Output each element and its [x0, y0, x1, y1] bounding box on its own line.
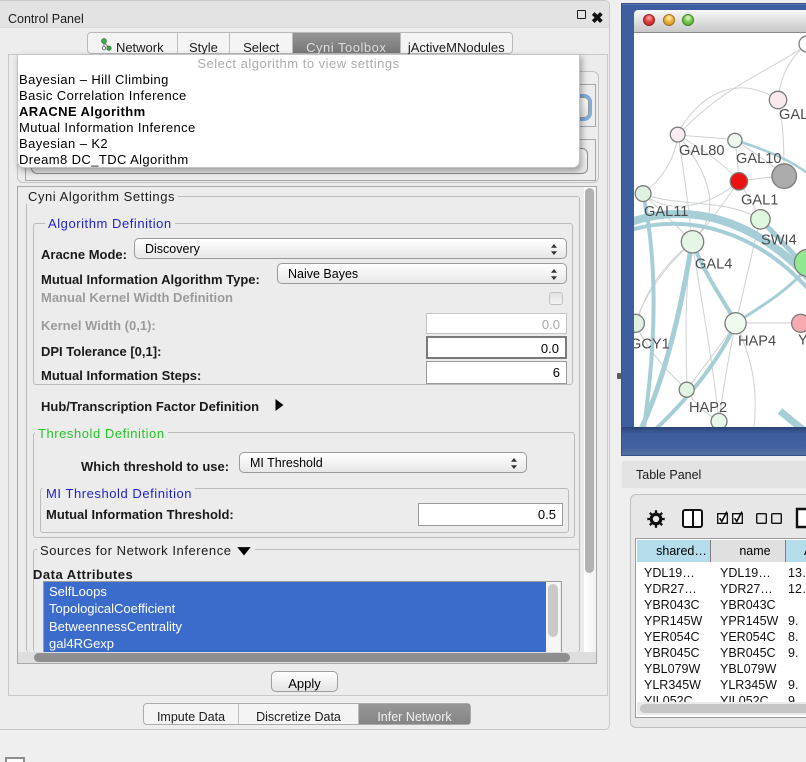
svg-text:HAP4: HAP4: [738, 334, 776, 350]
svg-text:Y: Y: [798, 333, 806, 349]
svg-text:SWI4: SWI4: [761, 233, 797, 249]
svg-text:GAL4: GAL4: [695, 257, 732, 273]
svg-text:GAL11: GAL11: [644, 204, 688, 220]
svg-text:HAP2: HAP2: [689, 400, 727, 416]
svg-text:GAL1: GAL1: [741, 193, 778, 209]
svg-text:GAL80: GAL80: [679, 143, 724, 159]
svg-text:GCY1: GCY1: [634, 337, 670, 353]
svg-text:GAL10: GAL10: [736, 151, 781, 167]
svg-text:GAL: GAL: [779, 107, 806, 123]
